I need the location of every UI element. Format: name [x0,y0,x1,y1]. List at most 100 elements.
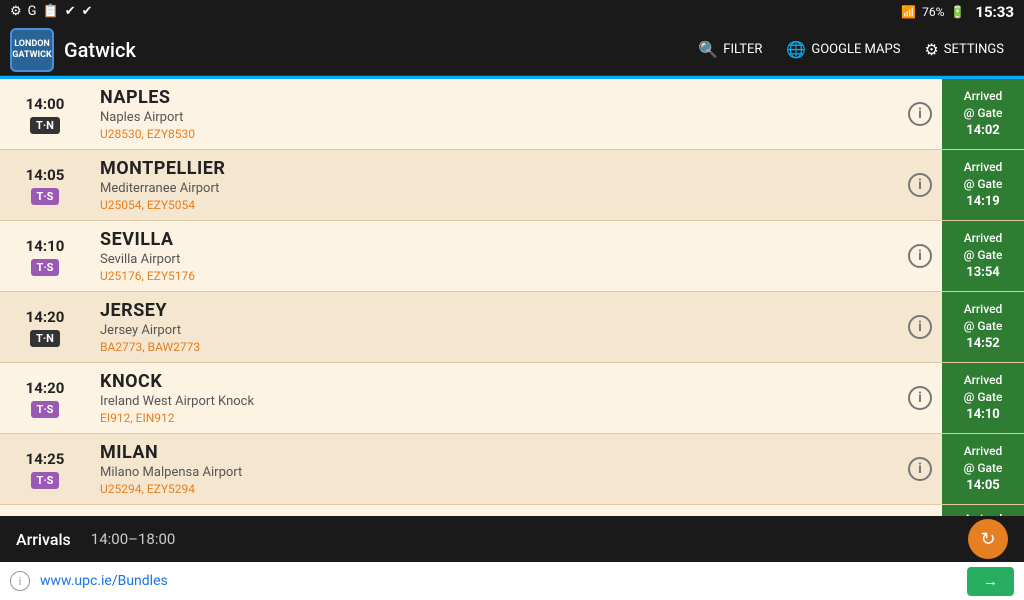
flight-time: 14:00 [26,95,65,113]
ad-info-icon: i [10,571,30,591]
app-icon-1: 📋 [43,4,59,19]
flight-time-col: 14:00 T·N [0,79,90,149]
flight-status-text: Arrived@ Gate14:05 [964,443,1003,495]
status-icons: 📶 76% 🔋 15:33 [901,3,1014,21]
flight-status-col: Arrived@ Gate14:10 [942,363,1024,433]
flight-city: JERSEY [100,300,888,321]
flight-info-button[interactable]: i [898,434,942,504]
table-row: 14:20 T·N JERSEY Jersey Airport BA2773, … [0,292,1024,363]
flight-info-button[interactable]: i [898,150,942,220]
flight-time: 14:20 [26,379,65,397]
table-row: 14:10 T·S SEVILLA Sevilla Airport U25176… [0,221,1024,292]
flight-time: 14:10 [26,237,65,255]
flight-status-col: Arrived@ Gate14:19 [942,150,1024,220]
flight-airport: Ireland West Airport Knock [100,394,888,409]
table-row: 14:00 T·N NAPLES Naples Airport U28530, … [0,79,1024,150]
wifi-icon: 📶 [901,5,916,19]
status-bar: ⚙ G 📋 ✔ ✔ 📶 76% 🔋 15:33 [0,0,1024,24]
filter-label: FILTER [723,42,762,57]
flight-info-col: JERSEY Jersey Airport BA2773, BAW2773 [90,292,898,362]
flight-city: NAPLES [100,87,888,108]
info-icon[interactable]: i [908,386,932,410]
info-icon[interactable]: i [908,244,932,268]
flight-codes: U28530, EZY8530 [100,127,888,141]
google-icon: G [28,4,37,19]
arrivals-label: Arrivals [16,530,71,549]
flight-time: 14:05 [26,166,65,184]
ad-bar: i www.upc.ie/Bundles → [0,562,1024,600]
flight-time-col: 14:20 T·N [0,292,90,362]
table-row: 14:25 T·S MILAN Milano Malpensa Airport … [0,434,1024,505]
flight-codes: EI912, EIN912 [100,411,888,425]
flight-time-col: 14:25 T·S [0,434,90,504]
flight-city: SEVILLA [100,229,888,250]
flights-list[interactable]: 14:00 T·N NAPLES Naples Airport U28530, … [0,79,1024,539]
refresh-button[interactable]: ↻ [968,519,1008,559]
flight-airport: Mediterranee Airport [100,181,888,196]
table-row: 14:05 T·S MONTPELLIER Mediterranee Airpo… [0,150,1024,221]
time-range: 14:00–18:00 [91,530,968,548]
flight-time: 14:25 [26,450,65,468]
toolbar-actions: 🔍 FILTER 🌐 GOOGLE MAPS ⚙ SETTINGS [688,34,1014,65]
ad-arrow-icon: → [983,573,998,590]
map-icon: 🌐 [786,40,806,59]
flight-status-col: Arrived@ Gate14:05 [942,434,1024,504]
flight-time: 14:20 [26,308,65,326]
gear-icon: ⚙ [924,40,938,59]
refresh-icon: ↻ [980,529,995,550]
flight-time-col: 14:05 T·S [0,150,90,220]
search-icon: 🔍 [698,40,718,59]
system-tray-icons: ⚙ G 📋 ✔ ✔ [10,4,93,19]
settings-button[interactable]: ⚙ SETTINGS [914,34,1014,65]
flight-codes: U25176, EZY5176 [100,269,888,283]
settings-icon: ⚙ [10,4,22,19]
app-logo: LONDONGATWICK [10,28,54,72]
info-icon[interactable]: i [908,457,932,481]
flight-info-col: MONTPELLIER Mediterranee Airport U25054,… [90,150,898,220]
google-maps-button[interactable]: 🌐 GOOGLE MAPS [776,34,910,65]
flight-info-col: NAPLES Naples Airport U28530, EZY8530 [90,79,898,149]
flight-city: MONTPELLIER [100,158,888,179]
app-bar: LONDONGATWICK Gatwick 🔍 FILTER 🌐 GOOGLE … [0,24,1024,76]
app-title: Gatwick [64,38,688,62]
flight-info-button[interactable]: i [898,363,942,433]
filter-button[interactable]: 🔍 FILTER [688,34,772,65]
ad-arrow-button[interactable]: → [967,567,1014,596]
info-icon[interactable]: i [908,102,932,126]
flight-airport: Naples Airport [100,110,888,125]
flight-airport: Sevilla Airport [100,252,888,267]
flight-badge: T·N [30,330,60,347]
ad-url: www.upc.ie/Bundles [40,573,967,589]
check-icon-1: ✔ [65,4,76,19]
flight-airport: Milano Malpensa Airport [100,465,888,480]
flight-codes: U25294, EZY5294 [100,482,888,496]
flight-info-col: SEVILLA Sevilla Airport U25176, EZY5176 [90,221,898,291]
battery-percent: 76% [922,5,944,19]
flight-city: MILAN [100,442,888,463]
settings-label: SETTINGS [944,42,1004,57]
check-icon-2: ✔ [82,4,93,19]
flight-info-col: MILAN Milano Malpensa Airport U25294, EZ… [90,434,898,504]
info-icon[interactable]: i [908,173,932,197]
info-icon[interactable]: i [908,315,932,339]
flight-time-col: 14:20 T·S [0,363,90,433]
battery-icon: 🔋 [950,5,965,19]
flight-badge: T·S [31,401,60,418]
flight-badge: T·S [31,472,60,489]
table-row: 14:20 T·S KNOCK Ireland West Airport Kno… [0,363,1024,434]
flight-info-button[interactable]: i [898,79,942,149]
flight-info-button[interactable]: i [898,221,942,291]
flight-info-button[interactable]: i [898,292,942,362]
flight-badge: T·N [30,117,60,134]
flight-badge: T·S [31,259,60,276]
google-maps-label: GOOGLE MAPS [811,42,900,57]
flight-info-col: KNOCK Ireland West Airport Knock EI912, … [90,363,898,433]
flight-codes: BA2773, BAW2773 [100,340,888,354]
flight-status-col: Arrived@ Gate14:02 [942,79,1024,149]
flight-time-col: 14:10 T·S [0,221,90,291]
flight-badge: T·S [31,188,60,205]
logo-text: LONDONGATWICK [12,39,51,61]
flight-codes: U25054, EZY5054 [100,198,888,212]
flight-status-col: Arrived@ Gate14:52 [942,292,1024,362]
flight-status-text: Arrived@ Gate14:52 [964,301,1003,353]
